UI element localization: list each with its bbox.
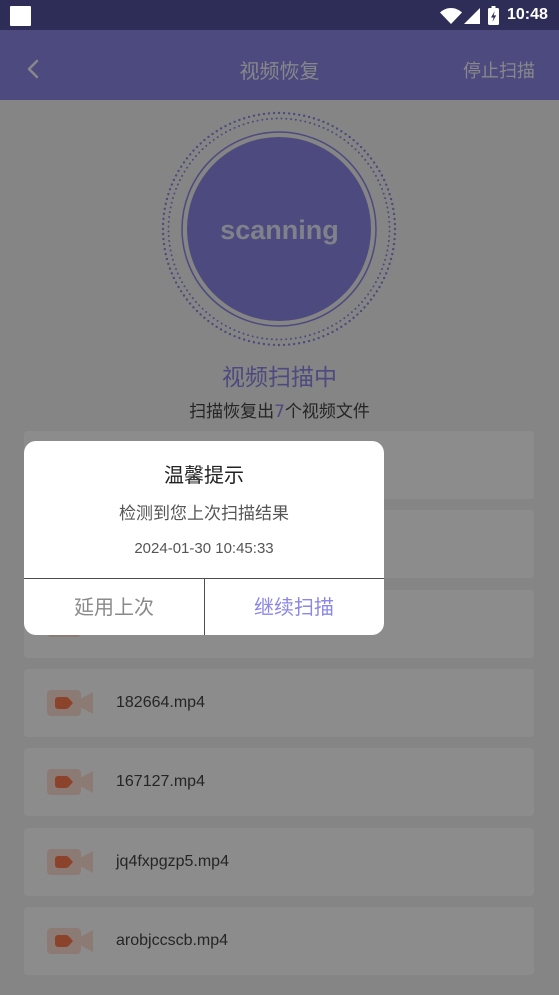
dialog-message: 检测到您上次扫描结果 bbox=[119, 504, 289, 524]
wifi-icon bbox=[440, 8, 462, 24]
resume-scan-dialog: 温馨提示 检测到您上次扫描结果 2024-01-30 10:45:33 延用上次… bbox=[24, 441, 384, 635]
status-bar: 10:48 bbox=[0, 0, 559, 30]
notification-icon bbox=[10, 6, 31, 26]
battery-charging-icon bbox=[488, 6, 499, 25]
use-last-result-button[interactable]: 延用上次 bbox=[24, 579, 204, 635]
continue-scan-button[interactable]: 继续扫描 bbox=[204, 579, 384, 635]
status-time: 10:48 bbox=[507, 6, 548, 23]
cellular-signal-icon bbox=[464, 8, 480, 24]
dialog-title: 温馨提示 bbox=[164, 463, 244, 487]
last-scan-timestamp: 2024-01-30 10:45:33 bbox=[134, 540, 274, 557]
dialog-actions: 延用上次 继续扫描 bbox=[24, 579, 384, 635]
